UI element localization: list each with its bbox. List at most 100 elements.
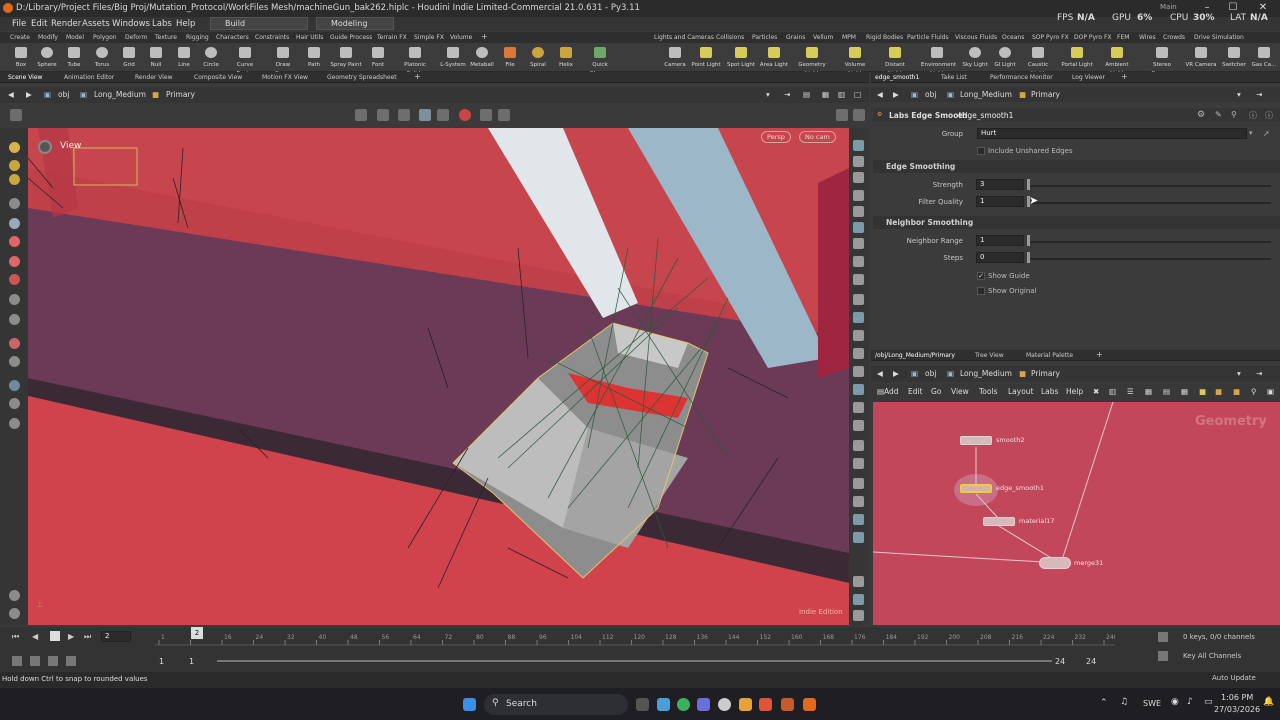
table-icon[interactable]: ▤ bbox=[1163, 387, 1170, 396]
normals-icon[interactable] bbox=[853, 238, 864, 249]
shapes-icon[interactable]: ■ bbox=[1215, 387, 1222, 396]
select-edges-icon[interactable] bbox=[9, 174, 20, 185]
wifi-icon[interactable]: ◉ bbox=[1171, 697, 1179, 707]
menu-view[interactable]: View bbox=[951, 387, 969, 396]
link-icon[interactable]: ▤ bbox=[803, 90, 810, 99]
microphone-icon[interactable]: ♫ bbox=[1120, 697, 1128, 707]
add-tab-plus-icon[interactable]: + bbox=[414, 72, 421, 81]
stop-icon[interactable] bbox=[50, 631, 60, 641]
rotate-icon[interactable] bbox=[398, 109, 410, 121]
gear-icon[interactable]: ⚙ bbox=[1197, 110, 1205, 120]
ao-icon[interactable] bbox=[853, 478, 864, 489]
back-arrow-icon[interactable]: ◀ bbox=[8, 90, 14, 99]
help-icon[interactable]: ⓘ bbox=[1249, 110, 1257, 121]
shelf-tab-hair-utils[interactable]: Hair Utils bbox=[296, 34, 323, 41]
language-indicator[interactable]: SWE bbox=[1143, 699, 1161, 708]
tool-font[interactable]: Font bbox=[362, 43, 394, 72]
auto-update-button[interactable]: Auto Update bbox=[1212, 674, 1256, 682]
ghost-icon[interactable] bbox=[853, 206, 864, 217]
path-dropdown-chevron-icon[interactable]: ▾ bbox=[1237, 90, 1241, 99]
tab-performance-monitor[interactable]: Performance Monitor bbox=[990, 74, 1053, 81]
start-frame[interactable]: 1 bbox=[159, 657, 164, 666]
perspective-menu[interactable]: Persp bbox=[761, 131, 791, 143]
layout-view-icon[interactable] bbox=[853, 610, 864, 621]
select-tool-icon[interactable] bbox=[9, 142, 20, 153]
range-slider[interactable] bbox=[217, 660, 1052, 662]
transparency-icon[interactable] bbox=[853, 440, 864, 451]
shelf-tab-particle-fluids[interactable]: Particle Fluids bbox=[907, 34, 949, 41]
tool-quick-shapes[interactable]: Quick Shapes bbox=[584, 43, 616, 77]
playhead[interactable]: 2 bbox=[191, 627, 203, 639]
shelf-tab-oceans[interactable]: Oceans bbox=[1002, 34, 1024, 41]
path-obj[interactable]: obj bbox=[925, 90, 936, 99]
tool-point-light[interactable]: Point Light bbox=[690, 43, 722, 72]
strength-field[interactable]: 3 bbox=[976, 179, 1024, 190]
task-view-icon[interactable] bbox=[636, 698, 649, 711]
record-icon[interactable] bbox=[459, 109, 471, 121]
show-guide-checkbox[interactable]: ✓ bbox=[977, 272, 985, 280]
menu-tools[interactable]: Tools bbox=[979, 387, 997, 396]
path-long-medium[interactable]: Long_Medium bbox=[94, 90, 146, 99]
tab-motion-fx-view[interactable]: Motion FX View bbox=[262, 74, 308, 81]
tool-portal-light[interactable]: Portal Light bbox=[1061, 43, 1093, 72]
menu-layout[interactable]: Layout bbox=[1008, 387, 1034, 396]
steps-slider-knob[interactable] bbox=[1027, 252, 1030, 263]
tools-icon[interactable]: ✖ bbox=[1093, 387, 1099, 396]
list-icon[interactable]: ☰ bbox=[1127, 387, 1134, 396]
layout-icon[interactable]: ▦ bbox=[822, 90, 829, 99]
menu-edit[interactable]: Edit bbox=[908, 387, 923, 396]
camera-menu[interactable]: No cam bbox=[799, 131, 836, 143]
shelf-tab-sop-pyro[interactable]: SOP Pyro FX bbox=[1032, 34, 1069, 41]
tool-stereo-camera[interactable]: Stereo Camera bbox=[1146, 43, 1178, 77]
select-points-icon[interactable] bbox=[9, 160, 20, 171]
pointer-icon[interactable] bbox=[9, 198, 20, 209]
menu-labs[interactable]: Labs bbox=[152, 19, 172, 29]
audio-icon[interactable] bbox=[30, 656, 40, 666]
tool-platonic[interactable]: Platonic Solids bbox=[399, 43, 431, 77]
strength-slider[interactable] bbox=[1027, 185, 1271, 187]
shelf-tab-dop-pyro[interactable]: DOP Pyro FX bbox=[1074, 34, 1112, 41]
menu-file[interactable]: File bbox=[12, 19, 26, 29]
tool-vr-camera[interactable]: VR Camera bbox=[1185, 43, 1217, 72]
menu-help[interactable]: Help bbox=[176, 19, 195, 29]
volume-icon[interactable]: ♪ bbox=[1187, 697, 1193, 707]
tool-curve-bezier[interactable]: Curve Bezier bbox=[229, 43, 261, 77]
search-icon[interactable]: ⚲ bbox=[1231, 110, 1237, 119]
shelf-tab-constraints[interactable]: Constraints bbox=[255, 34, 289, 41]
steps-slider[interactable] bbox=[1027, 258, 1271, 260]
realtime-icon[interactable] bbox=[12, 656, 22, 666]
menu-windows[interactable]: Windows bbox=[112, 19, 150, 29]
shelf-tab-particles[interactable]: Particles bbox=[752, 34, 777, 41]
neighbor-range-field[interactable]: 1 bbox=[976, 235, 1024, 246]
group-field[interactable]: Hurt bbox=[977, 128, 1247, 139]
transform-icon[interactable] bbox=[9, 294, 20, 305]
frame-ruler[interactable]: 1816243240485664728088961041121201281361… bbox=[155, 631, 1118, 647]
pin-view-icon[interactable] bbox=[836, 109, 848, 121]
shelf-tab-guide-process[interactable]: Guide Process bbox=[330, 34, 372, 41]
tab-edge-smooth1[interactable]: edge_smooth1 bbox=[875, 74, 919, 81]
add-tab-plus-icon[interactable]: + bbox=[1096, 350, 1103, 359]
start-icon[interactable] bbox=[463, 698, 476, 711]
display-options-icon[interactable] bbox=[498, 109, 510, 121]
tool-environment-light[interactable]: Environment Light bbox=[921, 43, 956, 77]
play-icon[interactable]: ▶ bbox=[68, 632, 74, 641]
taskbar-search[interactable]: ⚲ Search bbox=[484, 694, 628, 715]
loop-icon[interactable] bbox=[48, 656, 58, 666]
path-long-medium[interactable]: Long_Medium bbox=[960, 369, 1012, 378]
edit-icon[interactable]: ✎ bbox=[1215, 110, 1222, 119]
dof-icon[interactable] bbox=[853, 458, 864, 469]
path-primary[interactable]: Primary bbox=[1031, 369, 1060, 378]
tool-draw-curve[interactable]: Draw Curve bbox=[267, 43, 299, 77]
viewport-menu-icon[interactable] bbox=[38, 140, 52, 154]
shelf-tab-drive-sim[interactable]: Drive Simulation bbox=[1194, 34, 1244, 41]
clock-time[interactable]: 1:06 PM bbox=[1221, 693, 1253, 702]
discord-icon[interactable] bbox=[697, 698, 710, 711]
node-icon[interactable]: ▥ bbox=[1109, 387, 1116, 396]
path-obj[interactable]: obj bbox=[925, 369, 936, 378]
shelf-tab-grains[interactable]: Grains bbox=[786, 34, 805, 41]
filter-quality-field[interactable]: 1 bbox=[976, 196, 1024, 207]
display-mode-icon[interactable] bbox=[853, 140, 864, 151]
snapshot-icon[interactable] bbox=[853, 576, 864, 587]
info-icon[interactable]: ⓘ bbox=[1265, 110, 1273, 121]
points-icon[interactable] bbox=[853, 256, 864, 267]
